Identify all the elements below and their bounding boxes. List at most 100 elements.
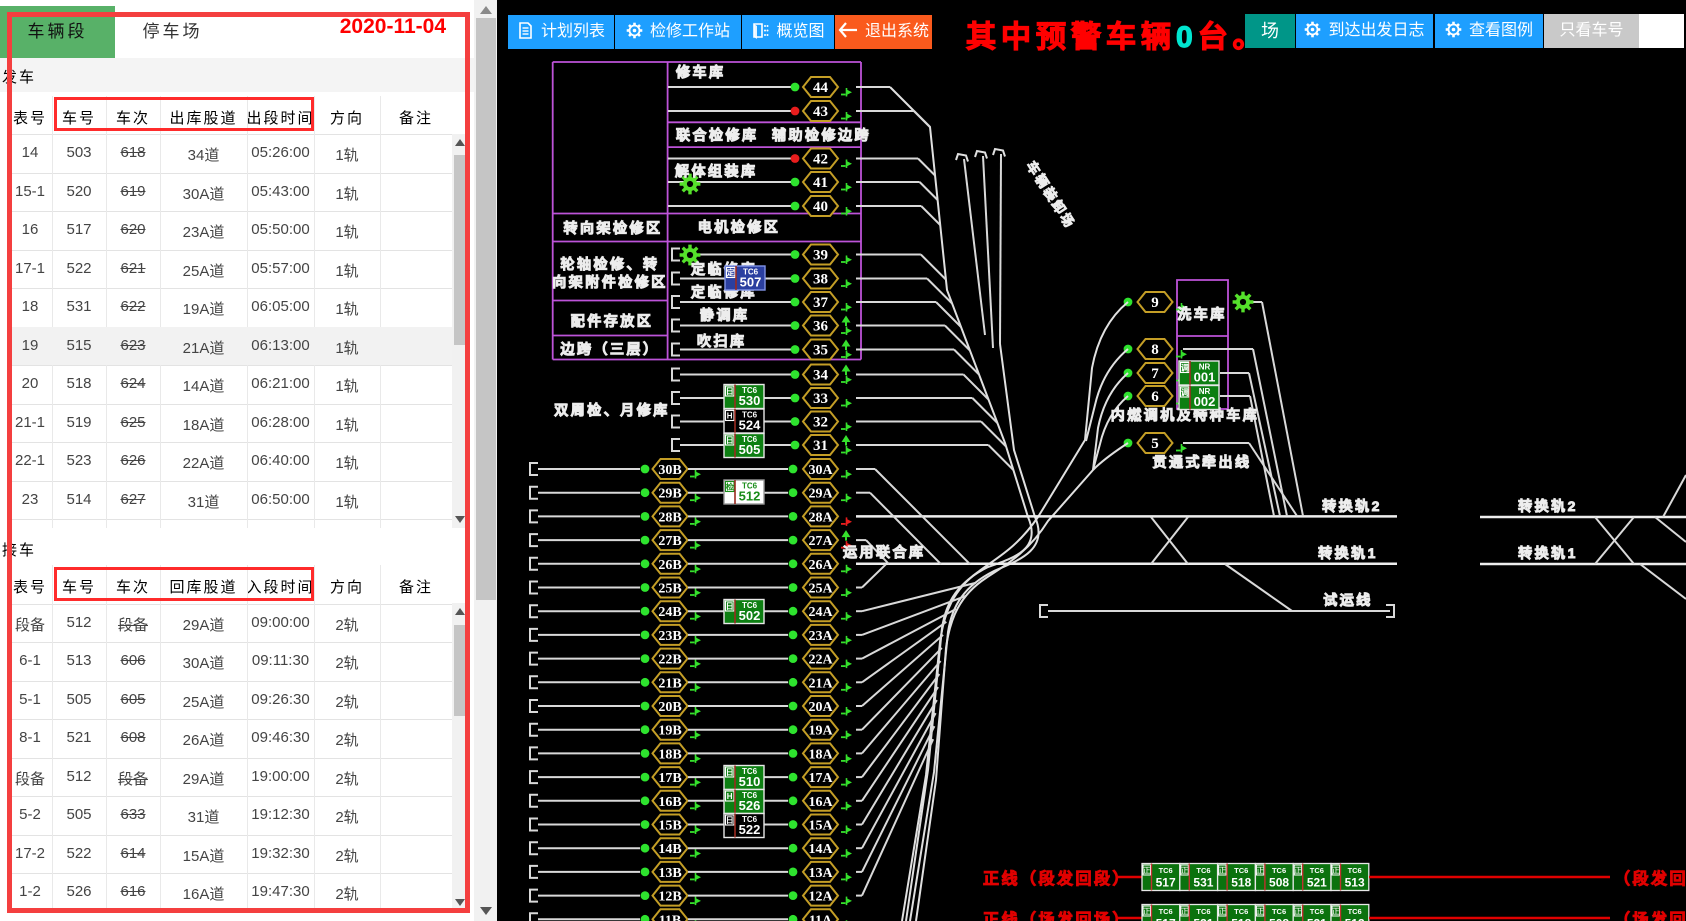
svg-text:日: 日 — [726, 768, 734, 777]
svg-text:TC6: TC6 — [1272, 907, 1286, 916]
svg-text:512: 512 — [739, 489, 761, 504]
svg-text:35: 35 — [813, 343, 828, 359]
svg-text:30A: 30A — [808, 463, 833, 478]
svg-text:21A: 21A — [808, 676, 833, 691]
svg-text:调: 调 — [1181, 363, 1189, 373]
svg-text:转换轨1: 转换轨1 — [1318, 545, 1378, 561]
svg-text:TC6: TC6 — [1196, 907, 1210, 916]
svg-text:517: 517 — [1156, 876, 1176, 890]
svg-text:505: 505 — [739, 442, 761, 457]
svg-text:25A: 25A — [808, 582, 833, 597]
svg-text:24B: 24B — [658, 605, 681, 620]
svg-text:（场发回场）: （场发回场） — [1614, 910, 1686, 921]
svg-text:TC6: TC6 — [1348, 866, 1362, 875]
svg-text:转换轨1: 转换轨1 — [1518, 545, 1578, 561]
svg-text:TC6: TC6 — [1310, 907, 1324, 916]
svg-text:11B: 11B — [659, 913, 682, 921]
svg-text:42: 42 — [813, 152, 828, 168]
svg-text:502: 502 — [739, 608, 761, 623]
svg-text:TC6: TC6 — [1196, 866, 1210, 875]
svg-text:44: 44 — [813, 80, 829, 96]
svg-text:21B: 21B — [658, 676, 681, 691]
svg-text:518: 518 — [1231, 917, 1251, 921]
svg-text:14B: 14B — [658, 842, 681, 857]
svg-text:洗车库: 洗车库 — [1177, 306, 1227, 322]
svg-text:电机检修区: 电机检修区 — [698, 219, 781, 235]
svg-text:518: 518 — [1231, 876, 1251, 890]
svg-text:17B: 17B — [658, 771, 681, 786]
svg-text:贯通式牵出线: 贯通式牵出线 — [1153, 454, 1252, 470]
svg-text:521: 521 — [1307, 876, 1327, 890]
svg-text:14A: 14A — [808, 842, 833, 857]
svg-text:向架附件检修区: 向架附件检修区 — [552, 274, 668, 290]
svg-text:23B: 23B — [658, 629, 681, 644]
svg-text:TC6: TC6 — [1159, 866, 1173, 875]
svg-text:H: H — [727, 792, 733, 801]
svg-text:TC6: TC6 — [1234, 907, 1248, 916]
svg-text:7: 7 — [1151, 366, 1159, 382]
svg-text:解体组装库: 解体组装库 — [675, 163, 758, 179]
svg-text:513: 513 — [1345, 917, 1365, 921]
svg-text:12B: 12B — [658, 890, 681, 905]
svg-text:正: 正 — [1143, 866, 1151, 875]
svg-text:吹扫库: 吹扫库 — [697, 333, 747, 349]
svg-text:38: 38 — [813, 272, 828, 288]
svg-text:（段发回场）: （段发回场） — [1614, 869, 1686, 888]
svg-text:19A: 19A — [808, 724, 833, 739]
svg-text:日: 日 — [726, 387, 734, 396]
svg-text:正: 正 — [1294, 907, 1302, 916]
svg-text:正: 正 — [1332, 866, 1340, 875]
svg-text:507: 507 — [740, 275, 762, 290]
svg-text:日: 日 — [726, 816, 734, 825]
svg-text:TC6: TC6 — [1159, 907, 1173, 916]
svg-text:正: 正 — [1218, 866, 1226, 875]
svg-text:22B: 22B — [658, 653, 681, 668]
svg-text:日: 日 — [726, 602, 734, 611]
svg-text:8: 8 — [1151, 342, 1159, 358]
svg-text:正线（场发回场）: 正线（场发回场） — [983, 910, 1131, 921]
svg-text:双周检、月修库: 双周检、月修库 — [554, 402, 670, 418]
svg-text:513: 513 — [1345, 876, 1365, 890]
svg-text:27B: 27B — [658, 534, 681, 549]
svg-text:正: 正 — [1181, 866, 1189, 875]
svg-text:41: 41 — [813, 175, 828, 191]
svg-text:调: 调 — [1181, 387, 1189, 397]
svg-text:TC6: TC6 — [1310, 866, 1324, 875]
svg-text:531: 531 — [1193, 917, 1213, 921]
svg-text:18A: 18A — [808, 747, 833, 762]
svg-text:36: 36 — [813, 319, 829, 335]
svg-text:转换轨2: 转换轨2 — [1322, 498, 1382, 514]
svg-text:17A: 17A — [808, 771, 833, 786]
svg-text:正: 正 — [1143, 907, 1151, 916]
svg-text:34: 34 — [813, 368, 829, 384]
svg-text:边跨（三层）: 边跨（三层） — [560, 341, 660, 357]
svg-text:25B: 25B — [658, 582, 681, 597]
svg-text:24A: 24A — [808, 605, 833, 620]
svg-text:TC6: TC6 — [1348, 907, 1362, 916]
svg-text:29A: 29A — [808, 487, 833, 502]
svg-text:517: 517 — [1156, 917, 1176, 921]
svg-text:508: 508 — [1269, 917, 1289, 921]
svg-text:转换轨2: 转换轨2 — [1518, 498, 1578, 514]
svg-text:正: 正 — [1181, 907, 1189, 916]
svg-text:526: 526 — [739, 798, 761, 813]
svg-text:检: 检 — [726, 482, 734, 492]
svg-text:日: 日 — [726, 436, 734, 445]
svg-text:30B: 30B — [658, 463, 681, 478]
svg-text:辅助检修边跨: 辅助检修边跨 — [772, 127, 871, 143]
svg-text:正: 正 — [1256, 907, 1264, 916]
svg-text:TC6: TC6 — [1234, 866, 1248, 875]
svg-text:H: H — [727, 412, 733, 421]
svg-text:15A: 15A — [808, 819, 833, 834]
svg-text:13B: 13B — [658, 866, 681, 881]
svg-text:23A: 23A — [808, 629, 833, 644]
svg-text:正: 正 — [1294, 866, 1302, 875]
svg-text:联合检修库: 联合检修库 — [676, 127, 759, 143]
svg-text:31: 31 — [813, 438, 828, 454]
svg-text:18B: 18B — [658, 747, 681, 762]
svg-text:22A: 22A — [808, 653, 833, 668]
svg-text:静调库: 静调库 — [700, 307, 750, 323]
svg-text:转向架检修区: 转向架检修区 — [564, 220, 663, 236]
svg-text:试运线: 试运线 — [1323, 592, 1373, 608]
svg-text:6: 6 — [1151, 389, 1159, 405]
